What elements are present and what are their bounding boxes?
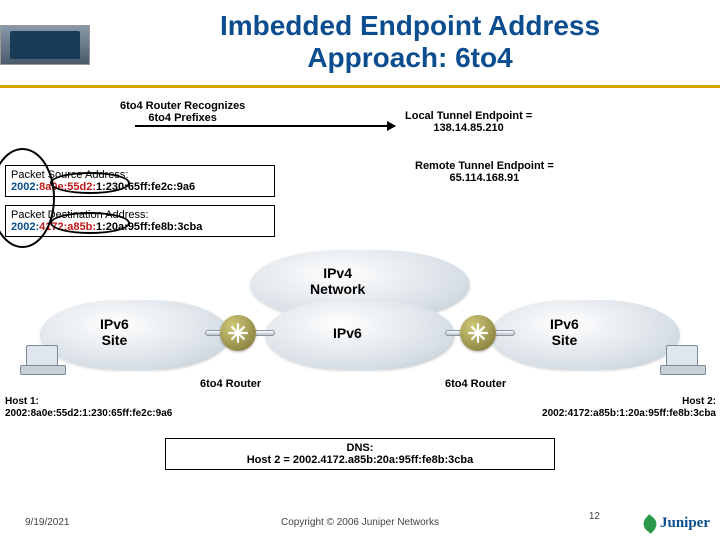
slide-title: Imbedded Endpoint Address Approach: 6to4 [110, 10, 710, 74]
logo-text: Juniper [660, 515, 710, 532]
cloud-top-label: IPv4 Network [310, 265, 365, 297]
host2-line1: Host 2: [682, 396, 716, 407]
recognizes-line2: 6to4 Prefixes [148, 112, 216, 124]
laptop-host2-icon [660, 345, 704, 375]
local-endpoint-label: Local Tunnel Endpoint = 138.14.85.210 [405, 110, 532, 134]
juniper-logo: Juniper [643, 515, 710, 532]
footer-page-number: 12 [589, 511, 600, 522]
host1-line2: 2002:8a0e:55d2:1:230:65ff:fe2c:9a6 [5, 408, 172, 419]
cloud-right-label: IPv6 Site [550, 316, 579, 348]
local-ep-line2: 138.14.85.210 [433, 122, 503, 134]
callout-ellipse-dst [50, 212, 130, 234]
callout-ellipse-src [50, 172, 130, 194]
title-underline [0, 85, 720, 88]
title-line1: Imbedded Endpoint Address [220, 10, 600, 41]
leaf-icon [640, 514, 660, 534]
host1-line1: Host 1: [5, 396, 39, 407]
laptop-host1-icon [20, 345, 64, 375]
header-bar [0, 25, 90, 65]
remote-ep-line2: 65.114.168.91 [450, 172, 520, 184]
recognizes-label: 6to4 Router Recognizes 6to4 Prefixes [120, 100, 245, 124]
dns-line2: Host 2 = 2002.4172.a85b:20a:95ff:fe8b:3c… [247, 454, 474, 466]
mini-screenshot [10, 31, 80, 59]
remote-endpoint-label: Remote Tunnel Endpoint = 65.114.168.91 [415, 160, 554, 184]
router-left-icon [220, 315, 256, 351]
title-line2: Approach: 6to4 [307, 42, 512, 73]
dns-box: DNS: Host 2 = 2002.4172.a85b:20a:95ff:fe… [165, 438, 555, 470]
cloud-right-line1: IPv6 [550, 316, 579, 332]
router-right-label: 6to4 Router [445, 378, 506, 390]
arrow-right-icon [135, 125, 395, 127]
cloud-right-line2: Site [552, 332, 578, 348]
recognizes-line1: 6to4 Router Recognizes [120, 100, 245, 112]
cloud-ipv6-site-right [490, 300, 680, 370]
footer-copyright: Copyright © 2006 Juniper Networks [0, 517, 720, 528]
router-right-icon [460, 315, 496, 351]
cloud-mid-label: IPv6 [333, 325, 362, 341]
host2-line2: 2002:4172:a85b:1:20a:95ff:fe8b:3cba [542, 408, 716, 419]
router-left-label: 6to4 Router [200, 378, 261, 390]
cloud-top-line2: Network [310, 281, 365, 297]
cloud-left-line1: IPv6 [100, 316, 129, 332]
cloud-left-label: IPv6 Site [100, 316, 129, 348]
dns-line1: DNS: [347, 442, 374, 454]
host1-label: Host 1: 2002:8a0e:55d2:1:230:65ff:fe2c:9… [5, 396, 172, 420]
cloud-ipv6-site-left [40, 300, 230, 370]
cloud-top-line1: IPv4 [323, 265, 352, 281]
remote-ep-line1: Remote Tunnel Endpoint = [415, 160, 554, 172]
cloud-left-line2: Site [102, 332, 128, 348]
local-ep-line1: Local Tunnel Endpoint = [405, 110, 532, 122]
host2-label: Host 2: 2002:4172:a85b:1:20a:95ff:fe8b:3… [542, 396, 716, 420]
